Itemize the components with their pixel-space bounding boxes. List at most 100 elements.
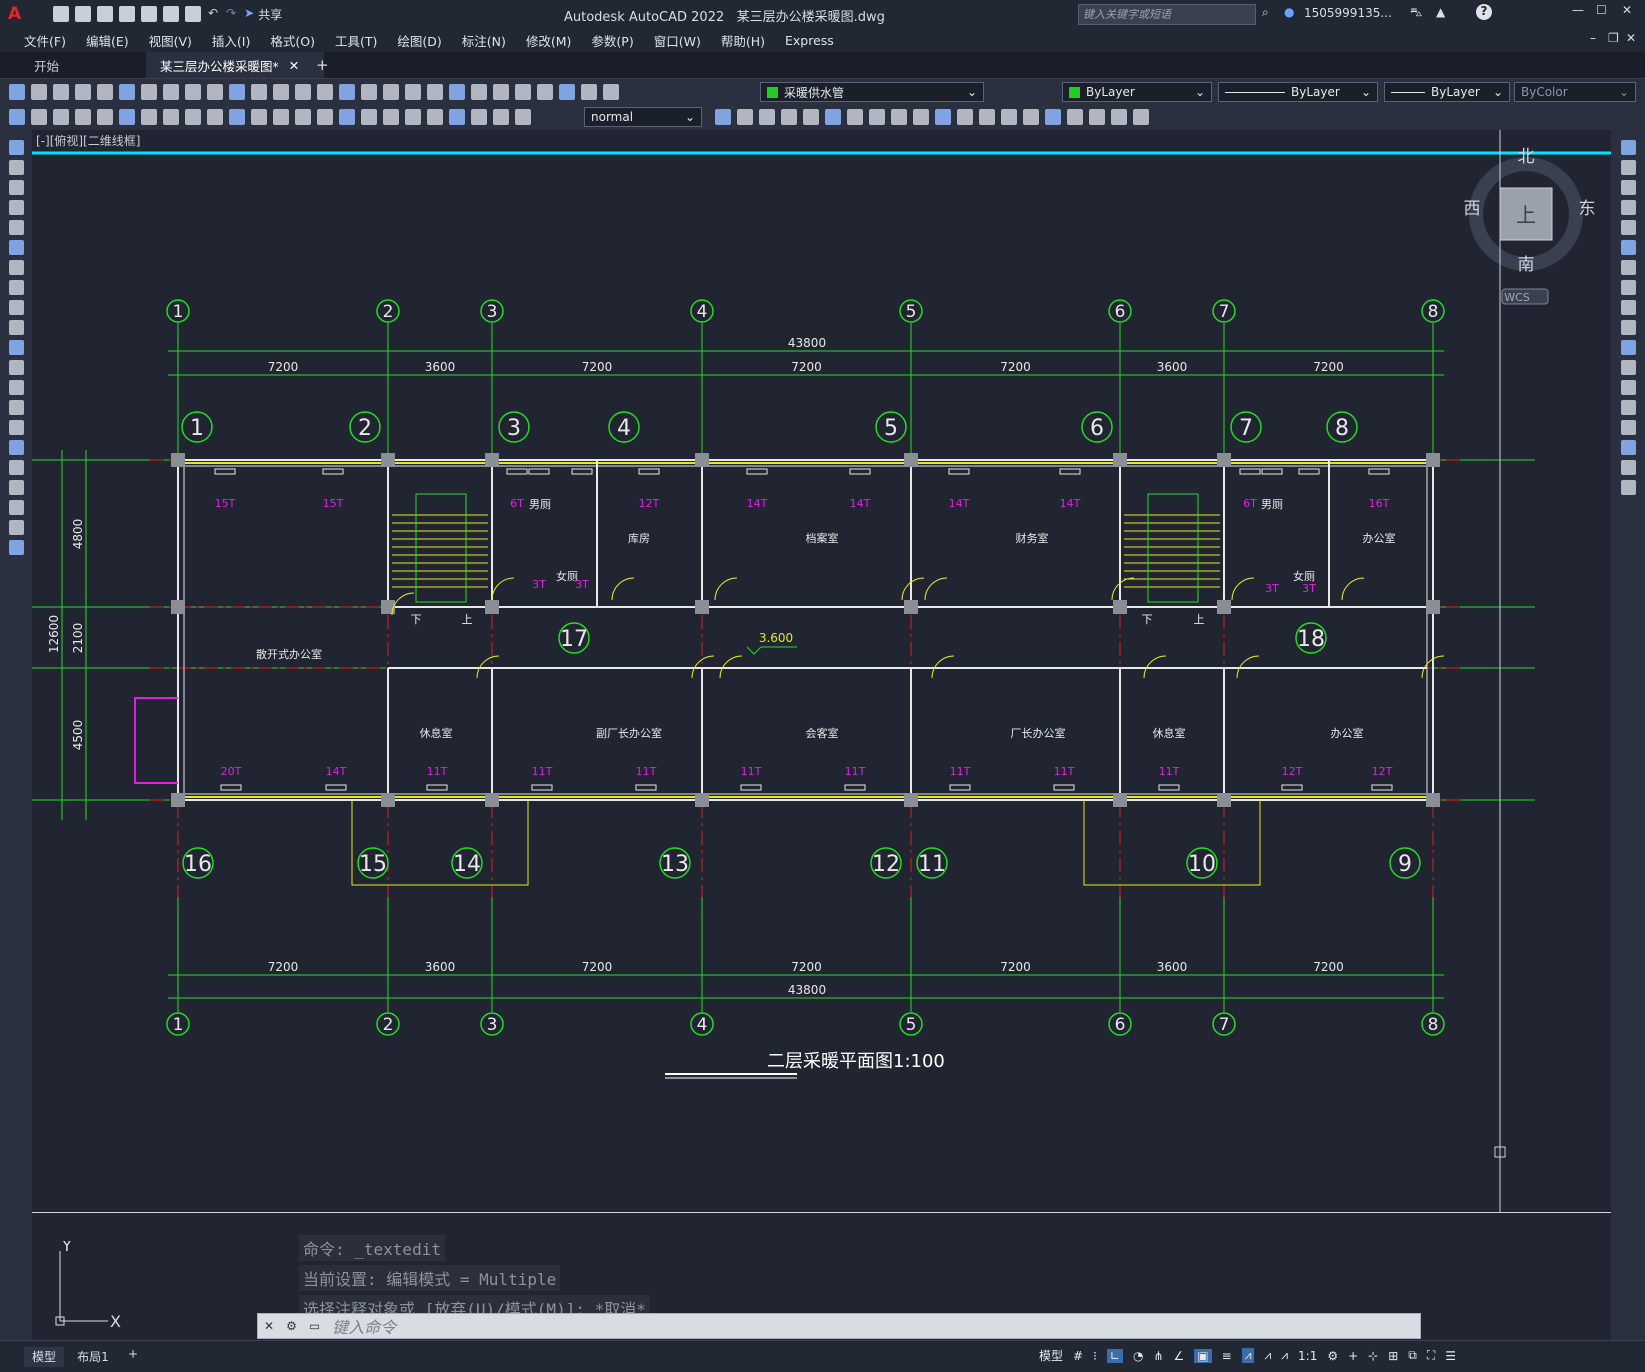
print-icon[interactable] <box>185 6 201 22</box>
standard-tool-icon[interactable] <box>251 84 267 100</box>
autodesk-app-icon[interactable]: ▲ <box>1436 5 1445 19</box>
dimension-tool-icon[interactable] <box>229 109 245 125</box>
dimension-tool-icon[interactable] <box>493 109 509 125</box>
draw-tool-icon[interactable] <box>8 360 24 375</box>
modify-tool-icon[interactable] <box>1111 109 1127 125</box>
standard-tool-icon[interactable] <box>273 84 289 100</box>
draw-tool-icon[interactable] <box>8 440 24 455</box>
command-line[interactable]: ✕ ⚙ ▭ 键入命令 <box>257 1313 1421 1339</box>
modify-tool-icon[interactable] <box>825 109 841 125</box>
menu-item[interactable]: 窗口(W) <box>644 31 711 50</box>
modify-tool-icon[interactable] <box>913 109 929 125</box>
standard-tool-icon[interactable] <box>317 84 333 100</box>
add-layout-icon[interactable]: + <box>128 1347 138 1361</box>
standard-tool-icon[interactable] <box>537 84 553 100</box>
modify-tool-icon[interactable] <box>979 109 995 125</box>
standard-tool-icon[interactable] <box>493 84 509 100</box>
modify-tool-icon[interactable] <box>869 109 885 125</box>
draw-tool-icon[interactable] <box>8 540 24 555</box>
draw-tool-icon[interactable] <box>8 400 24 415</box>
recent-commands-icon[interactable]: ▭ <box>309 1319 320 1333</box>
menu-item[interactable]: 工具(T) <box>325 31 387 50</box>
menu-item[interactable]: 帮助(H) <box>711 31 775 50</box>
publish-icon[interactable] <box>141 6 157 22</box>
modify-side-tool-icon[interactable] <box>1620 340 1636 355</box>
grid-icon[interactable]: # <box>1073 1349 1083 1363</box>
customize-icon[interactable]: ⚙ <box>286 1319 297 1333</box>
standard-tool-icon[interactable] <box>559 84 575 100</box>
dimension-tool-icon[interactable] <box>273 109 289 125</box>
lineweight-icon[interactable]: ≡ <box>1222 1349 1232 1363</box>
modify-tool-icon[interactable] <box>1089 109 1105 125</box>
standard-tool-icon[interactable] <box>581 84 597 100</box>
wcs-menu[interactable]: WCS <box>1504 291 1530 304</box>
polar-icon[interactable]: ◔ <box>1133 1349 1143 1363</box>
dimension-tool-icon[interactable] <box>185 109 201 125</box>
draw-tool-icon[interactable] <box>8 240 24 255</box>
modify-tool-icon[interactable] <box>1133 109 1149 125</box>
workspace-gear-icon[interactable]: ⚙ <box>1327 1349 1338 1363</box>
standard-tool-icon[interactable] <box>449 84 465 100</box>
modify-tool-icon[interactable] <box>737 109 753 125</box>
isodraft-icon[interactable]: ⋔ <box>1153 1349 1163 1363</box>
share-icon[interactable]: ➤ <box>244 6 254 23</box>
dimension-tool-icon[interactable] <box>339 109 355 125</box>
annotation-scale-icon[interactable]: ⩘ <box>1281 1348 1288 1363</box>
command-input[interactable]: 键入命令 <box>332 1314 396 1338</box>
plotstyle-dropdown[interactable]: ByColor ⌄ <box>1514 82 1636 102</box>
fullscreen-icon[interactable]: ⛶ <box>1427 1348 1435 1363</box>
modify-side-tool-icon[interactable] <box>1620 260 1636 275</box>
draw-tool-icon[interactable] <box>8 480 24 495</box>
dimension-tool-icon[interactable] <box>75 109 91 125</box>
text-style-dropdown[interactable]: normal ⌄ <box>584 107 702 127</box>
linetype-dropdown[interactable]: ByLayer ⌄ <box>1218 82 1378 102</box>
modify-side-tool-icon[interactable] <box>1620 220 1636 235</box>
dimension-tool-icon[interactable] <box>295 109 311 125</box>
modify-side-tool-icon[interactable] <box>1620 460 1636 475</box>
tab-model[interactable]: 模型 <box>24 1347 64 1367</box>
standard-tool-icon[interactable] <box>31 84 47 100</box>
modify-side-tool-icon[interactable] <box>1620 440 1636 455</box>
menu-item[interactable]: 文件(F) <box>14 31 76 50</box>
draw-tool-icon[interactable] <box>8 420 24 435</box>
viewcube-east[interactable]: 东 <box>1579 199 1596 219</box>
standard-tool-icon[interactable] <box>229 84 245 100</box>
modify-side-tool-icon[interactable] <box>1620 400 1636 415</box>
menu-item[interactable]: 修改(M) <box>516 31 582 50</box>
modify-tool-icon[interactable] <box>781 109 797 125</box>
dimension-tool-icon[interactable] <box>163 109 179 125</box>
standard-tool-icon[interactable] <box>53 84 69 100</box>
standard-tool-icon[interactable] <box>163 84 179 100</box>
modify-side-tool-icon[interactable] <box>1620 360 1636 375</box>
standard-tool-icon[interactable] <box>361 84 377 100</box>
search-box[interactable]: 键入关键字或短语 <box>1078 4 1256 25</box>
standard-tool-icon[interactable] <box>75 84 91 100</box>
standard-tool-icon[interactable] <box>383 84 399 100</box>
modify-tool-icon[interactable] <box>957 109 973 125</box>
snap-icon[interactable]: ⁝ <box>1093 1349 1097 1363</box>
draw-tool-icon[interactable] <box>8 340 24 355</box>
draw-tool-icon[interactable] <box>8 140 24 155</box>
standard-tool-icon[interactable] <box>141 84 157 100</box>
modify-side-tool-icon[interactable] <box>1620 160 1636 175</box>
standard-tool-icon[interactable] <box>97 84 113 100</box>
dimension-tool-icon[interactable] <box>31 109 47 125</box>
annotation-visibility-icon[interactable]: ⩘ <box>1241 1348 1255 1363</box>
draw-tool-icon[interactable] <box>8 380 24 395</box>
new-icon[interactable] <box>53 6 69 22</box>
command-close-icon[interactable]: ✕ <box>264 1319 274 1333</box>
dimension-tool-icon[interactable] <box>449 109 465 125</box>
draw-tool-icon[interactable] <box>8 320 24 335</box>
redo-icon[interactable]: ↷ <box>226 6 236 23</box>
save-as-icon[interactable] <box>119 6 135 22</box>
draw-tool-icon[interactable] <box>8 260 24 275</box>
quick-properties-icon[interactable]: ⊞ <box>1388 1349 1398 1363</box>
lineweight-dropdown[interactable]: ByLayer ⌄ <box>1384 82 1510 102</box>
modify-tool-icon[interactable] <box>847 109 863 125</box>
menu-item[interactable]: 插入(I) <box>202 31 260 50</box>
close-icon[interactable]: ✕ <box>1622 3 1632 17</box>
viewcube[interactable]: 上 北 南 东 西 WCS <box>1464 147 1596 305</box>
osnap-icon[interactable]: ▣ <box>1194 1348 1212 1363</box>
draw-tool-icon[interactable] <box>8 200 24 215</box>
draw-tool-icon[interactable] <box>8 280 24 295</box>
